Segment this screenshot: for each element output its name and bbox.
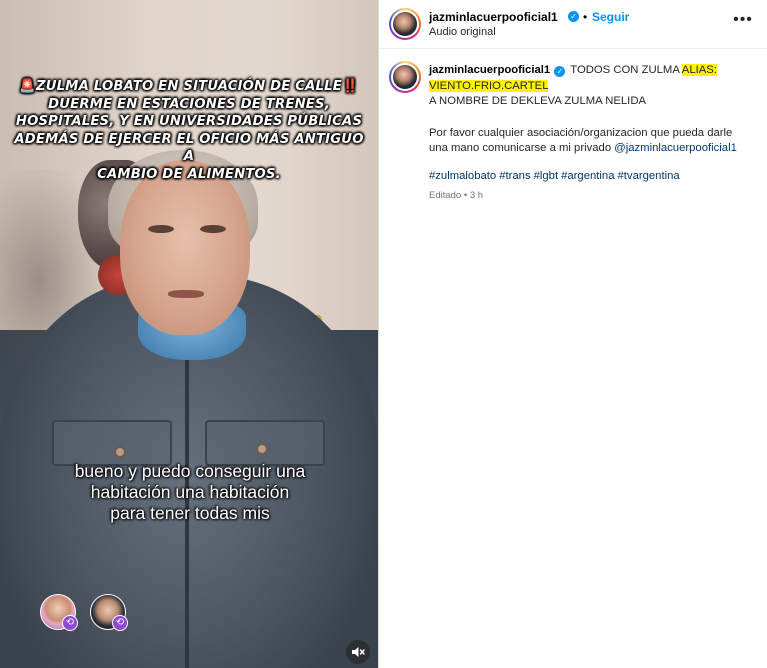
headline-line-2: DUERME EN ESTACIONES DE TRENES, (48, 96, 330, 112)
pocket-snap-right (256, 443, 268, 455)
hashtag-link[interactable]: #tvargentina (618, 170, 680, 182)
caption-line-2: A NOMBRE DE DEKLEVA ZULMA NELIDA (429, 95, 647, 107)
subtitle-line-2: habitación una habitación (90, 482, 290, 502)
speaker-muted-icon (352, 647, 365, 657)
person-face (120, 160, 250, 335)
caption-author-avatar[interactable] (389, 61, 421, 93)
separator-dot: • (463, 190, 468, 201)
hashtag-link[interactable]: #zulmalobato (429, 170, 496, 182)
hashtag-list: #zulmalobato #trans #lgbt #argentina #tvarge… (429, 169, 749, 185)
hashtag-link[interactable]: #lgbt (534, 170, 559, 182)
separator-dot: • (583, 10, 588, 24)
collab-arrows-icon: ⟲ (62, 615, 78, 631)
edited-timestamp: Editado • 3 h (429, 188, 749, 204)
person-eye-left (148, 225, 174, 233)
alias-label: ALIAS: (681, 64, 717, 76)
headline-line-5: CAMBIO DE ALIMENTOS. (97, 166, 281, 182)
post-panel: jazminlacuerpooficial1 ✓ • Seguir Audio … (378, 0, 767, 668)
post-time[interactable]: 3 h (470, 190, 483, 201)
caption-mention-link[interactable]: @jazminlacuerpooficial1 (614, 142, 737, 154)
post-caption: jazminlacuerpooficial1 ✓ TODOS CON ZULMA… (429, 63, 749, 204)
more-options-icon[interactable]: ••• (733, 10, 753, 30)
jacket-pocket-left (52, 420, 172, 466)
pocket-snap-left (114, 446, 126, 458)
hashtag-link[interactable]: #trans (499, 170, 530, 182)
follow-button[interactable]: Seguir (592, 10, 629, 24)
alias-value: VIENTO.FRIO.CARTEL (429, 79, 549, 92)
person-mouth (168, 290, 204, 298)
mute-button[interactable] (346, 640, 370, 664)
caption-intro: TODOS CON ZULMA (570, 64, 680, 76)
hashtag-link[interactable]: #argentina (561, 170, 614, 182)
caption-username[interactable]: jazminlacuerpooficial1 (429, 64, 550, 76)
video-headline: 🚨ZULMA LOBATO EN SITUACIÓN DE CALLE‼️ DU… (14, 78, 364, 183)
person-eye-right (200, 225, 226, 233)
headline-line-4: ADEMÁS DE EJERCER EL OFICIO MÁS ANTIGUO … (14, 131, 364, 165)
post-header: jazminlacuerpooficial1 ✓ • Seguir Audio … (379, 0, 767, 49)
collab-arrows-icon: ⟲ (112, 615, 128, 631)
headline-line-1: ZULMA LOBATO EN SITUACIÓN DE CALLE (36, 79, 342, 94)
audio-original-link[interactable]: Audio original (429, 26, 496, 38)
subtitle-line-3: para tener todas mis (110, 503, 270, 523)
verified-badge-icon: ✓ (554, 66, 566, 77)
subtitle-line-1: bueno y puedo conseguir una (74, 461, 306, 481)
double-exclamation-emoji: ‼️ (341, 79, 359, 94)
siren-emoji: 🚨 (19, 79, 37, 94)
reel-video[interactable]: 🚨ZULMA LOBATO EN SITUACIÓN DE CALLE‼️ DU… (0, 0, 378, 668)
edited-label: Editado (429, 190, 462, 201)
headline-line-3: HOSPITALES, Y EN UNIVERSIDADES PÚBLICAS (15, 114, 363, 129)
video-subtitles: bueno y puedo conseguir una habitación u… (20, 461, 360, 524)
verified-badge-icon: ✓ (568, 11, 579, 22)
author-username[interactable]: jazminlacuerpooficial1 (429, 10, 558, 24)
author-avatar[interactable] (389, 8, 421, 40)
